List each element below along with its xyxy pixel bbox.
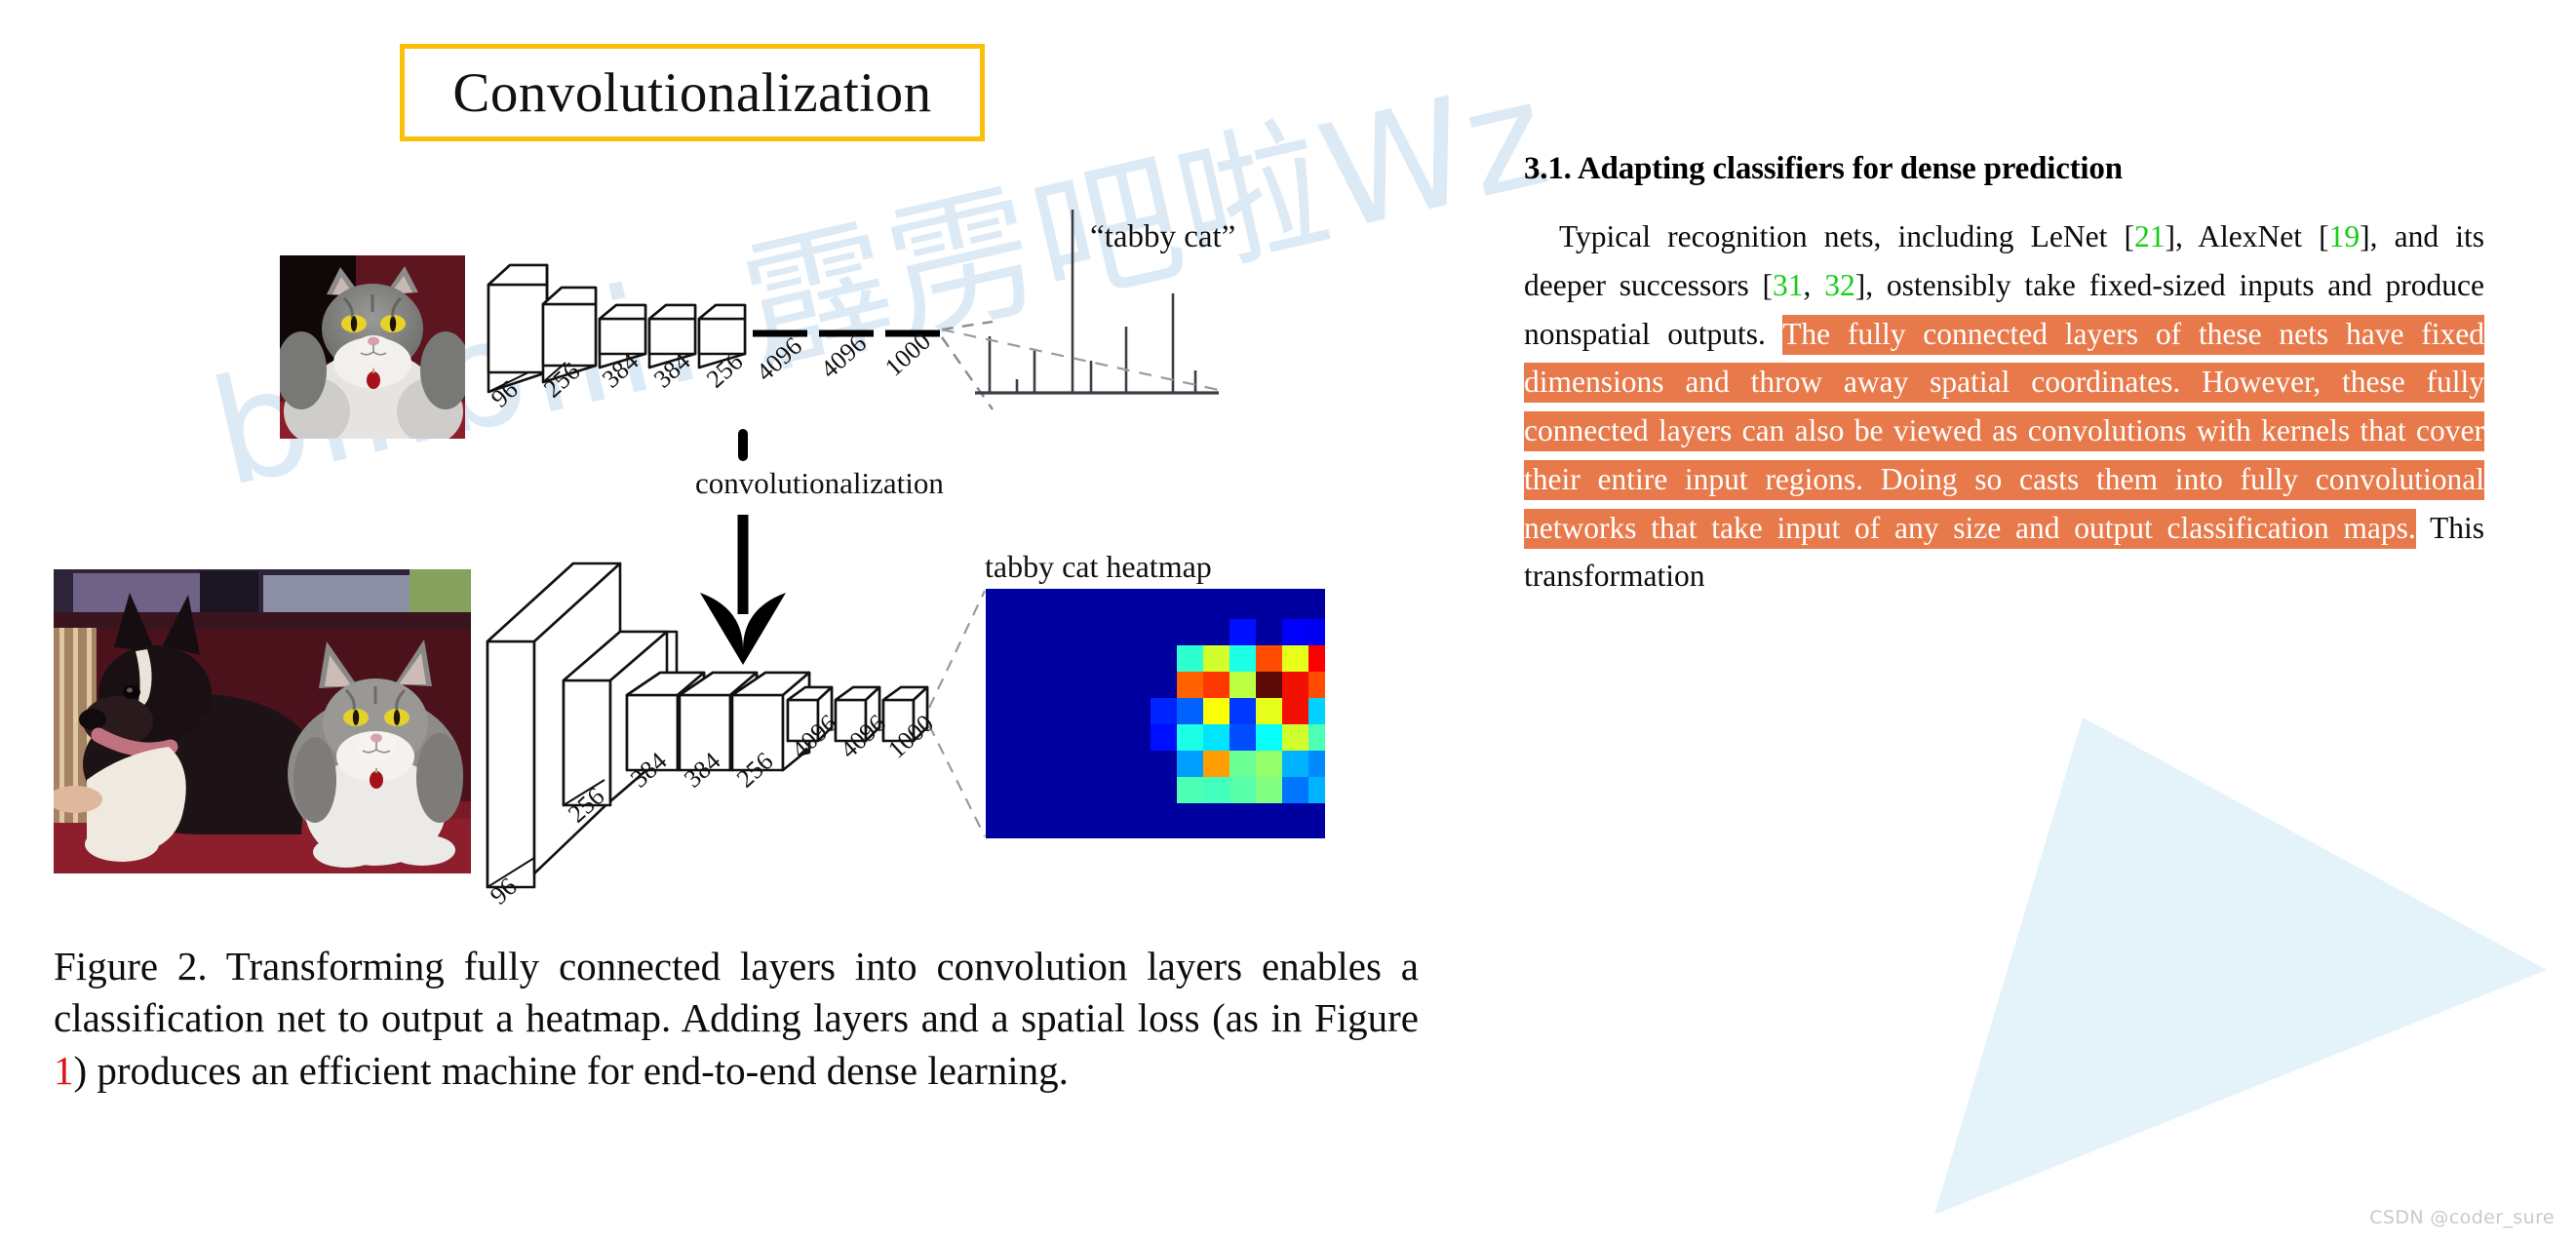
- par-text-1: Typical recognition nets, including LeNe…: [1559, 219, 2134, 253]
- figure-2: 96 256 384 384 256 4096 4096 1000 96 256…: [0, 0, 1453, 1240]
- heatmap-title-label: tabby cat heatmap: [985, 549, 1212, 584]
- csdn-credit: CSDN @coder_sure: [2369, 1207, 2555, 1228]
- decorative-triangle: [1934, 717, 2547, 1215]
- caption-prefix: Figure 2. Transforming fully connected l…: [54, 944, 1419, 1041]
- article-paragraph: Typical recognition nets, including LeNe…: [1524, 213, 2484, 601]
- convolutionalization-label: convolutionalization: [695, 466, 944, 500]
- caption-figure-ref: 1: [54, 1047, 74, 1093]
- citation-32[interactable]: 32: [1824, 268, 1855, 302]
- par-text-4: ,: [1803, 267, 1825, 302]
- citation-21[interactable]: 21: [2134, 219, 2166, 253]
- slide-canvas: Convolutionalization bilibili: 霹雳吧啦Wz 96…: [0, 0, 2576, 1240]
- citation-19[interactable]: 19: [2329, 219, 2361, 253]
- caption-suffix: ) produces an efficient machine for end-…: [73, 1047, 1069, 1093]
- figure-caption: Figure 2. Transforming fully connected l…: [54, 941, 1419, 1097]
- citation-31[interactable]: 31: [1773, 268, 1804, 302]
- section-heading: 3.1. Adapting classifiers for dense pred…: [1524, 151, 2123, 186]
- input-photo-dog-and-cat: [54, 569, 471, 873]
- article-text-column: 3.1. Adapting classifiers for dense pred…: [1524, 151, 2484, 601]
- input-photo-cat: [280, 255, 465, 439]
- tabby-cat-output-label: “tabby cat”: [1090, 219, 1236, 254]
- tabby-cat-heatmap: [986, 589, 1325, 838]
- par-text-2: ], AlexNet [: [2165, 219, 2329, 253]
